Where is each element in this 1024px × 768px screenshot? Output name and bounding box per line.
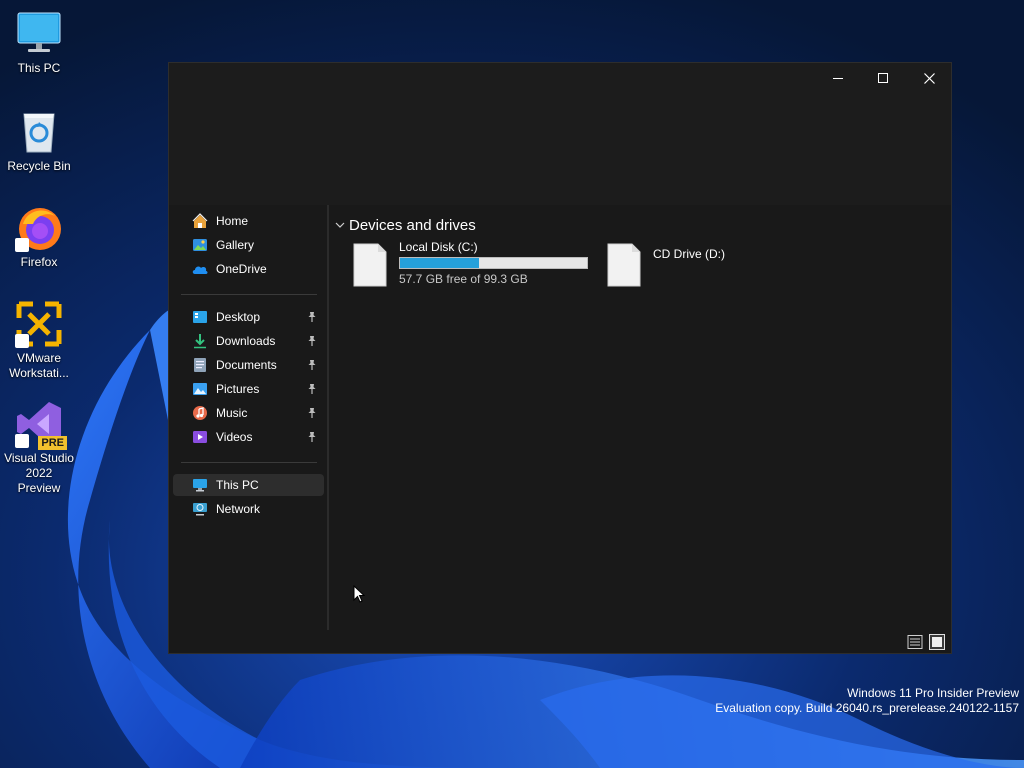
nav-separator [181,462,317,463]
maximize-button[interactable] [860,63,906,93]
file-explorer-window[interactable]: Home Gallery OneDrive Desktop Downloads … [168,62,952,654]
desktop-icon-visual-studio[interactable]: PRE Visual Studio 2022 Preview [0,400,78,496]
drive-icon [607,243,641,287]
nav-item-onedrive[interactable]: OneDrive [173,258,324,280]
maximize-icon [878,73,888,83]
music-icon [192,405,208,421]
drive-cd-d[interactable]: CD Drive (D:) [607,241,807,291]
nav-label: Pictures [216,382,260,396]
nav-item-this-pc[interactable]: This PC [173,474,324,496]
drive-name: CD Drive (D:) [653,247,725,261]
nav-label: Documents [216,358,277,372]
onedrive-icon [192,261,208,277]
network-icon [192,501,208,517]
vmware-icon [15,300,63,348]
gallery-icon [192,237,208,253]
nav-item-desktop[interactable]: Desktop [173,306,324,328]
pin-icon[interactable] [306,431,318,443]
close-button[interactable] [906,63,952,93]
desktop-icon-vmware[interactable]: VMware Workstati... [0,300,78,381]
this-pc-icon [192,477,208,493]
desktop-icon-this-pc[interactable]: This PC [0,10,78,76]
watermark-build: Evaluation copy. Build 26040.rs_prerelea… [715,701,1019,715]
desktop-icon-label: Firefox [20,255,58,269]
evaluation-watermark: Windows 11 Pro Insider Preview Evaluatio… [715,686,1019,716]
nav-item-downloads[interactable]: Downloads [173,330,324,352]
home-icon [192,213,208,229]
details-view-icon[interactable] [907,634,923,650]
desktop-icon-label: This PC [17,61,61,75]
visual-studio-icon: PRE [15,400,67,450]
nav-item-music[interactable]: Music [173,402,324,424]
drive-icon [353,243,387,287]
shortcut-arrow-icon [15,334,29,348]
navigation-pane[interactable]: Home Gallery OneDrive Desktop Downloads … [169,205,327,653]
desktop-icon-recycle-bin[interactable]: Recycle Bin [0,108,78,174]
content-pane[interactable]: Devices and drives Local Disk (C:) 57.7 … [329,205,951,630]
minimize-icon [833,78,843,79]
nav-label: Downloads [216,334,276,348]
drive-free-space: 57.7 GB free of 99.3 GB [399,272,528,286]
nav-item-documents[interactable]: Documents [173,354,324,376]
nav-separator [181,294,317,295]
pin-icon[interactable] [306,407,318,419]
nav-label: Videos [216,430,253,444]
nav-label: Network [216,502,261,516]
nav-label: Gallery [216,238,255,252]
videos-icon [192,429,208,445]
desktop-icon-label: Visual Studio 2022 Preview [4,451,74,495]
nav-item-videos[interactable]: Videos [173,426,324,448]
group-title: Devices and drives [349,216,476,234]
group-header-devices[interactable]: Devices and drives [335,215,476,235]
large-icons-view-icon[interactable] [929,634,945,650]
nav-item-home[interactable]: Home [173,210,324,232]
drive-local-disk-c[interactable]: Local Disk (C:) 57.7 GB free of 99.3 GB [353,240,593,291]
shortcut-arrow-icon [15,434,29,448]
shortcut-arrow-icon [15,238,29,252]
desktop-folder-icon [192,309,208,325]
chevron-down-icon [335,222,345,228]
status-bar [329,630,951,653]
pin-icon[interactable] [306,359,318,371]
monitor-icon [15,10,63,58]
pin-icon[interactable] [306,335,318,347]
drive-name: Local Disk (C:) [399,240,478,254]
drive-usage-bar [399,257,588,269]
pictures-icon [192,381,208,397]
pin-icon[interactable] [306,383,318,395]
nav-label: Music [216,406,248,420]
nav-label: OneDrive [216,262,267,276]
drive-usage-fill [400,258,479,268]
nav-label: Home [216,214,249,228]
nav-item-pictures[interactable]: Pictures [173,378,324,400]
desktop-icon-label: Recycle Bin [7,159,71,173]
documents-icon [192,357,208,373]
watermark-edition: Windows 11 Pro Insider Preview [847,686,1019,700]
desktop-icon-label: VMware Workstati... [9,351,69,380]
firefox-icon [15,204,63,252]
desktop-icon-firefox[interactable]: Firefox [0,204,78,270]
nav-label: This PC [216,478,259,492]
pin-icon[interactable] [306,311,318,323]
recycle-bin-icon [15,108,63,156]
downloads-icon [192,333,208,349]
nav-item-gallery[interactable]: Gallery [173,234,324,256]
minimize-button[interactable] [815,63,861,93]
pre-badge: PRE [38,436,67,450]
mouse-cursor-icon [353,585,365,603]
close-icon [923,72,935,84]
nav-label: Desktop [216,310,261,324]
nav-item-network[interactable]: Network [173,498,324,520]
title-bar[interactable] [169,63,951,205]
